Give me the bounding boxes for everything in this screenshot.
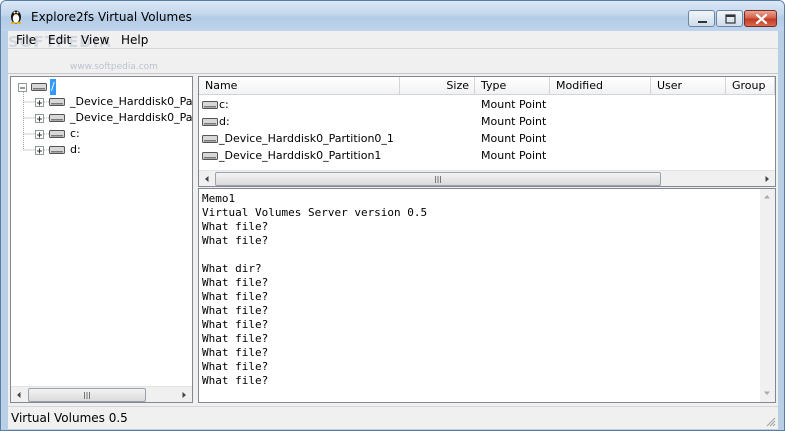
column-header-modified[interactable]: Modified (550, 77, 651, 95)
drive-icon (49, 146, 65, 154)
drive-icon (49, 98, 65, 106)
collapse-icon[interactable] (18, 83, 27, 92)
column-header-size[interactable]: Size (400, 77, 475, 95)
scroll-thumb[interactable] (215, 172, 661, 186)
window-title: Explore2fs Virtual Volumes (31, 10, 192, 24)
maximize-icon (725, 14, 736, 24)
client-area: SOFTPEDIA File Edit View Help www.softpe… (8, 31, 778, 429)
title-bar[interactable]: Explore2fs Virtual Volumes (1, 1, 784, 31)
status-bar: Virtual Volumes 0.5 (8, 406, 778, 429)
scroll-thumb[interactable] (28, 388, 146, 402)
log-line: Memo1 (202, 192, 236, 205)
tree-item-label[interactable]: d: (70, 142, 81, 158)
column-header-name[interactable]: Name (199, 77, 400, 95)
minimize-button[interactable] (688, 10, 715, 27)
cell-name: _Device_Harddisk0_Partition0_1 (219, 132, 394, 145)
tree-item[interactable]: c: (11, 126, 192, 142)
grip-icon (435, 176, 441, 183)
drive-icon (202, 152, 218, 160)
log-line: What dir? (202, 262, 262, 275)
log-line: What file? (202, 276, 269, 289)
drive-icon (202, 101, 218, 109)
close-icon (755, 13, 768, 25)
drive-icon (49, 130, 65, 138)
scroll-up-icon[interactable] (760, 190, 774, 204)
log-line: What file? (202, 290, 269, 303)
log-line: What file? (202, 304, 269, 317)
tree-item[interactable]: _Device_Harddisk0_Partiti (11, 110, 192, 126)
cell-name: c: (219, 98, 229, 111)
column-header-type[interactable]: Type (475, 77, 550, 95)
minimize-icon (698, 21, 707, 23)
penguin-icon (10, 10, 22, 24)
column-header-group[interactable]: Group (726, 77, 775, 95)
log-line: Virtual Volumes Server version 0.5 (202, 206, 428, 219)
tree-item-label[interactable]: c: (70, 126, 80, 142)
scroll-left-icon[interactable] (200, 172, 214, 186)
menu-help[interactable]: Help (121, 32, 148, 48)
log-line: What file? (202, 346, 269, 359)
log-line: What file? (202, 318, 269, 331)
cell-type: Mount Point (481, 98, 547, 111)
expand-icon[interactable] (35, 114, 44, 123)
menu-view[interactable]: View (81, 32, 109, 48)
scroll-right-icon[interactable] (760, 172, 774, 186)
resize-grip-icon[interactable] (764, 415, 776, 427)
log-line: What file? (202, 220, 269, 233)
tree-horizontal-scrollbar[interactable] (11, 386, 192, 402)
scroll-down-icon[interactable] (760, 386, 774, 400)
tree-root-label[interactable]: / (50, 79, 56, 95)
log-line: What file? (202, 374, 269, 387)
list-item[interactable]: _Device_Harddisk0_Partition0_1 Mount Poi… (199, 130, 775, 147)
tree-item-label[interactable]: _Device_Harddisk0_Partiti (70, 94, 192, 110)
log-line: What file? (202, 332, 269, 345)
tree-item[interactable]: d: (11, 142, 192, 158)
tree-root[interactable]: / (11, 79, 192, 95)
folder-tree[interactable]: / _Device_Harddisk0_Partiti (10, 76, 193, 403)
log-line: What file? (202, 360, 269, 373)
watermark-url: www.softpedia.com (70, 62, 158, 72)
cell-name: _Device_Harddisk0_Partition1 (219, 149, 382, 162)
menu-file[interactable]: File (16, 32, 36, 48)
list-horizontal-scrollbar[interactable] (199, 170, 775, 186)
column-header-user[interactable]: User (651, 77, 726, 95)
drive-icon (49, 114, 65, 122)
tree-item-label[interactable]: _Device_Harddisk0_Partiti (70, 110, 192, 126)
list-header: Name Size Type Modified User Group (199, 77, 775, 95)
menu-edit[interactable]: Edit (48, 32, 71, 48)
menu-bar: SOFTPEDIA File Edit View Help (8, 31, 778, 51)
close-button[interactable] (744, 10, 777, 27)
drive-icon (202, 118, 218, 126)
toolbar: www.softpedia.com (8, 50, 778, 74)
log-vertical-scrollbar[interactable] (760, 189, 775, 402)
list-item[interactable]: c: Mount Point (199, 96, 775, 113)
scroll-left-icon[interactable] (12, 388, 26, 402)
expand-icon[interactable] (35, 130, 44, 139)
list-item[interactable]: d: Mount Point (199, 113, 775, 130)
file-list[interactable]: Name Size Type Modified User Group c: Mo… (198, 76, 776, 187)
expand-icon[interactable] (35, 146, 44, 155)
scroll-right-icon[interactable] (177, 388, 191, 402)
log-line: What file? (202, 234, 269, 247)
grip-icon (84, 392, 90, 399)
tree-item[interactable]: _Device_Harddisk0_Partiti (11, 94, 192, 110)
list-item[interactable]: _Device_Harddisk0_Partition1 Mount Point (199, 147, 775, 164)
cell-type: Mount Point (481, 132, 547, 145)
cell-type: Mount Point (481, 149, 547, 162)
drive-icon (202, 135, 218, 143)
log-memo[interactable]: Memo1 Virtual Volumes Server version 0.5… (198, 188, 776, 403)
cell-type: Mount Point (481, 115, 547, 128)
cell-name: d: (219, 115, 230, 128)
expand-icon[interactable] (35, 98, 44, 107)
app-window: Explore2fs Virtual Volumes SOFTPEDIA Fil… (0, 0, 785, 431)
drive-icon (31, 83, 47, 91)
status-text: Virtual Volumes 0.5 (11, 411, 128, 425)
maximize-button[interactable] (716, 10, 743, 27)
